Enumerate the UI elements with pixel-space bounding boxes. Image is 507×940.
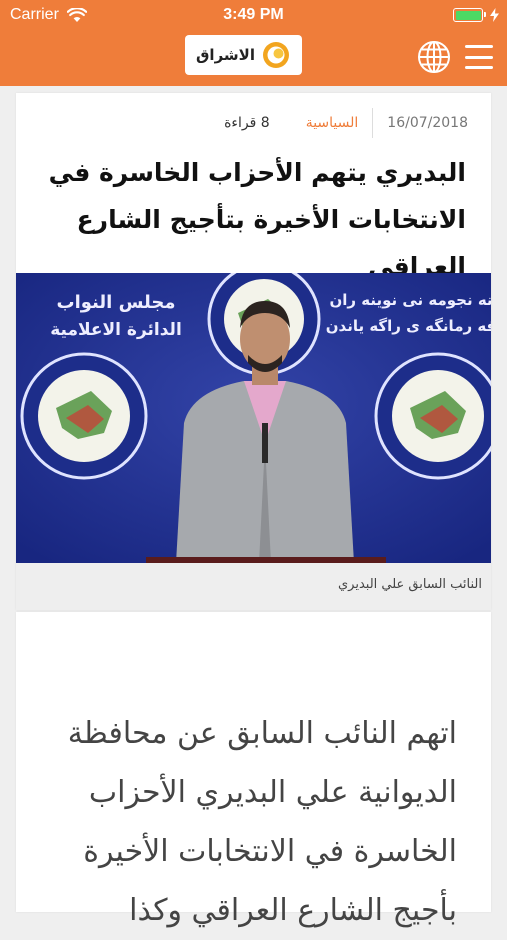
photo-caption: النائب السابق علي البديري xyxy=(337,577,482,592)
article-meta: 16/07/2018 السياسية 8 قراءة xyxy=(16,108,491,138)
status-bar-right xyxy=(453,6,499,24)
app-logo[interactable]: الاشراق xyxy=(185,35,302,75)
parliament-seal-icon xyxy=(20,352,148,480)
logo-text: الاشراق xyxy=(196,46,255,64)
article-date: 16/07/2018 xyxy=(387,115,468,131)
article-category[interactable]: السياسية xyxy=(306,115,359,131)
svg-text:نه نجومه نى نوينه ران: نه نجومه نى نوينه ران xyxy=(329,291,491,309)
hamburger-menu-icon[interactable] xyxy=(465,45,493,69)
svg-text:فه رمانگه ى راگه ياندن: فه رمانگه ى راگه ياندن xyxy=(326,317,491,335)
photo-illustration: مجلس النواب الدائرة الاعلامية نه نجومه ن… xyxy=(16,273,491,563)
article-headline: البديري يتهم الأحزاب الخاسرة في الانتخاب… xyxy=(48,158,466,281)
top-app-bar: Carrier 3:49 PM الاشراق xyxy=(0,0,507,86)
article-read-count: 8 قراءة xyxy=(224,115,270,131)
article-body-card: اتهم النائب السابق عن محافظة الديوانية ع… xyxy=(16,612,491,928)
parliament-seal-icon xyxy=(374,352,491,480)
meta-divider xyxy=(372,108,374,138)
svg-text:الدائرة الاعلامية: الدائرة الاعلامية xyxy=(50,320,182,340)
article-body: اتهم النائب السابق عن محافظة الديوانية ع… xyxy=(67,716,457,928)
photo-caption-bar: النائب السابق علي البديري xyxy=(16,563,491,610)
globe-icon[interactable] xyxy=(417,40,451,74)
svg-text:مجلس النواب: مجلس النواب xyxy=(57,292,176,313)
status-time: 3:49 PM xyxy=(223,6,284,23)
battery-icon xyxy=(453,8,486,22)
article-card: 16/07/2018 السياسية 8 قراءة البديري يتهم… xyxy=(16,93,491,610)
battery-level xyxy=(455,10,481,20)
article-photo[interactable]: مجلس النواب الدائرة الاعلامية نه نجومه ن… xyxy=(16,273,491,563)
charging-bolt-icon xyxy=(490,8,499,22)
logo-mark-icon xyxy=(262,42,289,68)
